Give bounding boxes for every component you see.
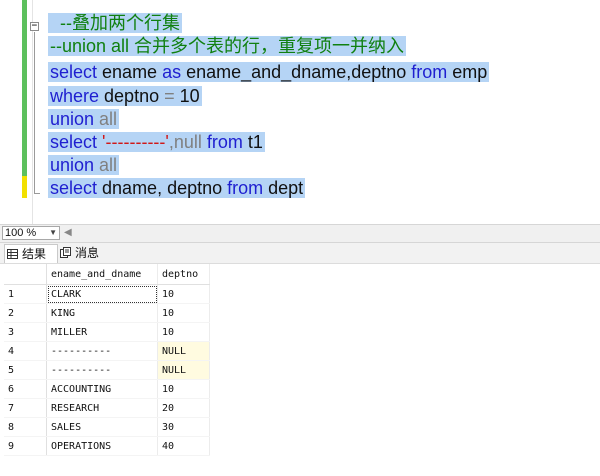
table-cell[interactable]: ACCOUNTING xyxy=(46,379,158,399)
zoom-level: 100 % xyxy=(5,227,37,239)
results-grid[interactable]: ename_and_dname deptno 1 CLARK 10 2 KING… xyxy=(0,264,600,476)
code-token: emp xyxy=(447,62,488,82)
table-cell[interactable]: 10 xyxy=(157,303,210,323)
null-cell[interactable]: NULL xyxy=(157,360,210,380)
table-cell[interactable]: 20 xyxy=(157,398,210,418)
code-token: from xyxy=(227,178,264,198)
table-cell[interactable]: KING xyxy=(46,303,158,323)
messages-icon xyxy=(60,245,71,263)
code-token: dname, deptno xyxy=(97,178,228,198)
result-tabs: 结果 消息 xyxy=(0,243,600,264)
table-cell[interactable]: MILLER xyxy=(46,322,158,342)
code-token: deptno xyxy=(99,86,165,106)
code-token: all xyxy=(94,109,118,129)
sql-editor[interactable]: − --叠加两个行集 --union all 合并多个表的行，重复项一并纳入 s… xyxy=(0,0,600,224)
table-row[interactable]: 7 RESEARCH 20 xyxy=(4,398,210,418)
editor-status-bar: 100 % ▼ ◀ xyxy=(0,224,600,243)
row-number[interactable]: 8 xyxy=(4,417,47,437)
fold-guide xyxy=(34,32,35,194)
change-bar-unsaved xyxy=(22,176,27,198)
code-token: = xyxy=(164,86,175,106)
code-token: select xyxy=(50,178,98,198)
table-cell[interactable]: 10 xyxy=(157,284,210,304)
code-token: union xyxy=(50,109,95,129)
null-cell[interactable]: NULL xyxy=(157,341,210,361)
table-cell[interactable]: CLARK xyxy=(46,284,158,304)
results-table: ename_and_dname deptno 1 CLARK 10 2 KING… xyxy=(4,264,210,456)
code-token: --union all 合并多个表的行，重复项一并纳入 xyxy=(50,36,405,56)
tab-results[interactable]: 结果 xyxy=(4,244,58,263)
code-token: ,null xyxy=(168,132,202,152)
row-number[interactable]: 9 xyxy=(4,436,47,456)
table-cell[interactable]: 10 xyxy=(157,322,210,342)
code-line[interactable]: --union all 合并多个表的行，重复项一并纳入 xyxy=(48,35,407,57)
table-row[interactable]: 6 ACCOUNTING 10 xyxy=(4,379,210,399)
fold-guide-end xyxy=(34,193,40,194)
tab-messages[interactable]: 消息 xyxy=(58,244,112,262)
zoom-dropdown[interactable]: 100 % ▼ xyxy=(2,226,60,240)
row-number[interactable]: 7 xyxy=(4,398,47,418)
table-row[interactable]: 4 ---------- NULL xyxy=(4,341,210,361)
code-token: where xyxy=(50,86,100,106)
code-token: --叠加两个行集 xyxy=(50,13,180,33)
code-token: union xyxy=(50,155,95,175)
code-token: select xyxy=(50,132,98,152)
code-token: ename xyxy=(97,62,163,82)
column-header[interactable]: ename_and_dname xyxy=(46,264,158,285)
table-cell[interactable]: SALES xyxy=(46,417,158,437)
table-cell[interactable]: 30 xyxy=(157,417,210,437)
grid-icon xyxy=(7,246,18,264)
table-cell[interactable]: RESEARCH xyxy=(46,398,158,418)
table-cell[interactable]: ---------- xyxy=(46,360,158,380)
row-number[interactable]: 2 xyxy=(4,303,47,323)
code-token: as xyxy=(162,62,182,82)
code-line[interactable]: union all xyxy=(48,154,120,176)
code-line[interactable]: select ename as ename_and_dname,deptno f… xyxy=(48,61,490,83)
code-token: all xyxy=(94,155,118,175)
code-line[interactable]: where deptno = 10 xyxy=(48,85,202,107)
code-line[interactable]: select dname, deptno from dept xyxy=(48,177,306,199)
row-number-header[interactable] xyxy=(4,264,47,285)
tab-messages-label: 消息 xyxy=(75,246,100,260)
row-number[interactable]: 6 xyxy=(4,379,47,399)
code-token: 10 xyxy=(174,86,200,106)
table-cell[interactable]: 40 xyxy=(157,436,210,456)
row-number[interactable]: 4 xyxy=(4,341,47,361)
code-token: from xyxy=(411,62,448,82)
table-row[interactable]: 5 ---------- NULL xyxy=(4,360,210,380)
code-token: t1 xyxy=(242,132,263,152)
tab-results-label: 结果 xyxy=(22,247,47,261)
code-token: ename_and_dname,deptno xyxy=(181,62,412,82)
change-bar-saved xyxy=(22,0,27,176)
table-row[interactable]: 3 MILLER 10 xyxy=(4,322,210,342)
code-token: select xyxy=(50,62,98,82)
code-token: from xyxy=(201,132,243,152)
table-row[interactable]: 2 KING 10 xyxy=(4,303,210,323)
table-row[interactable]: 9 OPERATIONS 40 xyxy=(4,436,210,456)
scroll-left-icon[interactable]: ◀ xyxy=(64,225,72,240)
collapse-region-icon[interactable]: − xyxy=(30,22,39,31)
row-number[interactable]: 5 xyxy=(4,360,47,380)
table-row[interactable]: 8 SALES 30 xyxy=(4,417,210,437)
code-token: dept xyxy=(263,178,304,198)
column-header[interactable]: deptno xyxy=(157,264,210,285)
table-cell[interactable]: 10 xyxy=(157,379,210,399)
table-header-row: ename_and_dname deptno xyxy=(4,264,210,285)
table-cell[interactable]: OPERATIONS xyxy=(46,436,158,456)
editor-gutter xyxy=(0,0,33,224)
row-number[interactable]: 3 xyxy=(4,322,47,342)
table-cell[interactable]: ---------- xyxy=(46,341,158,361)
code-line[interactable]: union all xyxy=(48,108,120,130)
table-row[interactable]: 1 CLARK 10 xyxy=(4,284,210,304)
code-line[interactable]: select '----------',null from t1 xyxy=(48,131,265,153)
code-line[interactable]: --叠加两个行集 xyxy=(48,12,182,34)
chevron-down-icon[interactable]: ▼ xyxy=(49,227,57,239)
code-token: '----------' xyxy=(102,132,169,152)
row-number[interactable]: 1 xyxy=(4,284,47,304)
